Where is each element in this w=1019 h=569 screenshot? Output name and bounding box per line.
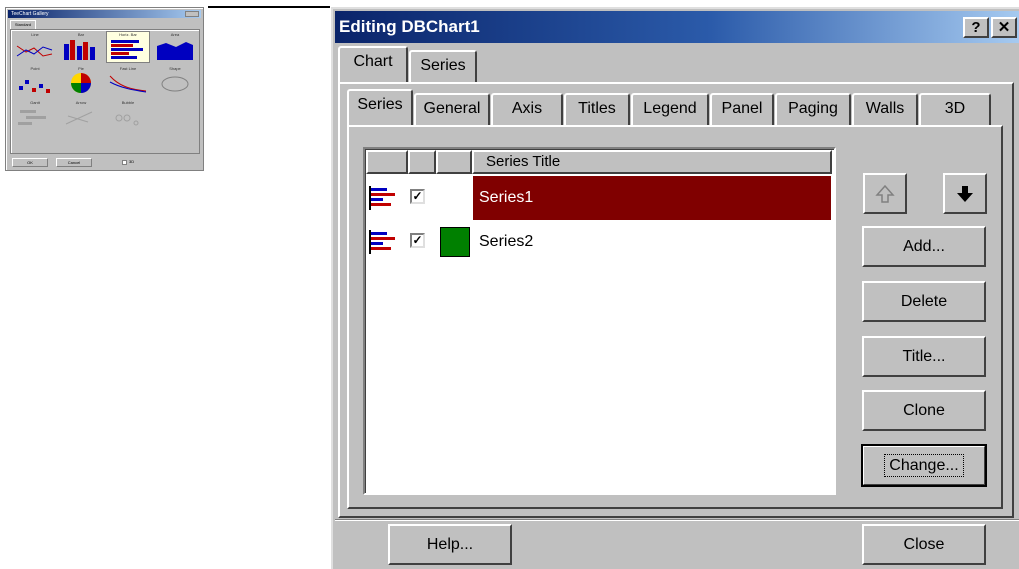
- gallery-item-gantt[interactable]: Gantt: [14, 100, 56, 130]
- clone-button-label: Clone: [903, 402, 945, 419]
- arrow-up-icon: [875, 184, 895, 203]
- change-button-label: Change...: [884, 454, 964, 477]
- series-row-2[interactable]: ✓ Series2: [366, 220, 834, 264]
- fast-line-chart-icon: [109, 75, 147, 93]
- gallery-item-fast-line[interactable]: Fast Line: [107, 66, 149, 96]
- gantt-chart-icon: [18, 110, 46, 125]
- tab-walls[interactable]: Walls: [852, 93, 918, 125]
- bar-chart-icon: [64, 40, 95, 60]
- line-chart-icon: [16, 45, 53, 57]
- gallery-panel: Line Bar Horiz. Bar Area Point Pie Fast …: [10, 29, 200, 154]
- gallery-title: TeeChart Gallery: [11, 11, 49, 17]
- gallery-cancel-button[interactable]: Cancel: [56, 158, 92, 167]
- help-title-button[interactable]: ?: [963, 17, 989, 38]
- gallery-tab-standard[interactable]: Standard: [10, 20, 36, 29]
- tab-general[interactable]: General: [414, 93, 490, 125]
- dialog-title-bar: Editing DBChart1 ? ✕: [335, 11, 1019, 43]
- series-1-active-checkbox[interactable]: ✓: [410, 189, 425, 204]
- column-header-series-title[interactable]: Series Title: [472, 150, 832, 174]
- series-2-title: Series2: [479, 233, 534, 250]
- help-button-label: Help...: [426, 536, 474, 553]
- gallery-3d-label: 3D: [129, 159, 135, 164]
- gallery-ok-button[interactable]: OK: [12, 158, 48, 167]
- series-2-active-checkbox[interactable]: ✓: [410, 233, 425, 248]
- horizontal-bar-series-icon: [369, 186, 395, 210]
- title-series-button[interactable]: Title...: [862, 336, 986, 377]
- gallery-item-point[interactable]: Point: [14, 66, 56, 96]
- editing-dialog: Editing DBChart1 ? ✕ Chart Series Series…: [331, 7, 1019, 569]
- series-row-1[interactable]: ✓ Series1: [366, 176, 834, 220]
- gallery-item-arrow[interactable]: Arrow: [60, 100, 102, 130]
- dialog-title: Editing DBChart1: [339, 17, 480, 36]
- tab-chart[interactable]: Chart: [338, 46, 408, 82]
- arrow-down-icon: [957, 186, 973, 202]
- move-down-button[interactable]: [943, 173, 987, 214]
- gallery-item-pie[interactable]: Pie: [60, 66, 102, 96]
- delete-button-label: Delete: [900, 293, 948, 310]
- bottom-separator: [335, 519, 1019, 521]
- area-chart-icon: [157, 42, 193, 60]
- add-button-label: Add...: [903, 238, 945, 255]
- divider-line: [208, 6, 330, 8]
- gallery-close-button[interactable]: [185, 11, 199, 17]
- tab-series[interactable]: Series: [347, 89, 413, 125]
- title-button-label: Title...: [902, 348, 946, 365]
- series-2-color-swatch[interactable]: [440, 227, 470, 257]
- move-up-button[interactable]: [863, 173, 907, 214]
- tab-panel[interactable]: Panel: [710, 93, 774, 125]
- help-button[interactable]: Help...: [388, 524, 512, 565]
- pie-chart-icon: [71, 73, 91, 93]
- column-header-icon[interactable]: [366, 150, 408, 174]
- clone-series-button[interactable]: Clone: [862, 390, 986, 431]
- series-1-title: Series1: [473, 176, 831, 220]
- tab-series-outer[interactable]: Series: [409, 50, 477, 82]
- shape-chart-icon: [161, 76, 189, 92]
- tab-titles[interactable]: Titles: [564, 93, 630, 125]
- close-button[interactable]: Close: [862, 524, 986, 565]
- tab-legend[interactable]: Legend: [631, 93, 709, 125]
- series-list[interactable]: Series Title ✓ Series1 ✓ Series2: [363, 147, 836, 495]
- gallery-item-horiz-bar[interactable]: Horiz. Bar: [106, 31, 150, 63]
- point-chart-icon: [19, 80, 50, 93]
- add-series-button[interactable]: Add...: [862, 226, 986, 267]
- gallery-item-bar[interactable]: Bar: [60, 32, 102, 62]
- tab-axis[interactable]: Axis: [491, 93, 563, 125]
- change-series-button[interactable]: Change...: [861, 444, 987, 487]
- gallery-item-line[interactable]: Line: [14, 32, 56, 62]
- tab-paging[interactable]: Paging: [775, 93, 851, 125]
- gallery-3d-checkbox[interactable]: [122, 160, 127, 165]
- bubble-chart-icon: [115, 114, 139, 126]
- gallery-item-area[interactable]: Area: [154, 32, 196, 62]
- gallery-thumbnail-window: TeeChart Gallery Standard Line Bar Horiz…: [5, 7, 204, 171]
- arrow-chart-icon: [65, 111, 93, 125]
- close-title-button[interactable]: ✕: [991, 17, 1017, 38]
- gallery-title-bar: TeeChart Gallery: [8, 10, 201, 18]
- tab-3d[interactable]: 3D: [919, 93, 991, 125]
- delete-series-button[interactable]: Delete: [862, 281, 986, 322]
- gallery-item-shape[interactable]: Shape: [154, 66, 196, 96]
- gallery-item-bubble[interactable]: Bubble: [107, 100, 149, 130]
- close-button-label: Close: [903, 536, 945, 553]
- column-header-color[interactable]: [436, 150, 472, 174]
- column-header-active[interactable]: [408, 150, 436, 174]
- horizontal-bar-series-icon: [369, 230, 395, 254]
- horizontal-bar-chart-icon: [111, 40, 143, 59]
